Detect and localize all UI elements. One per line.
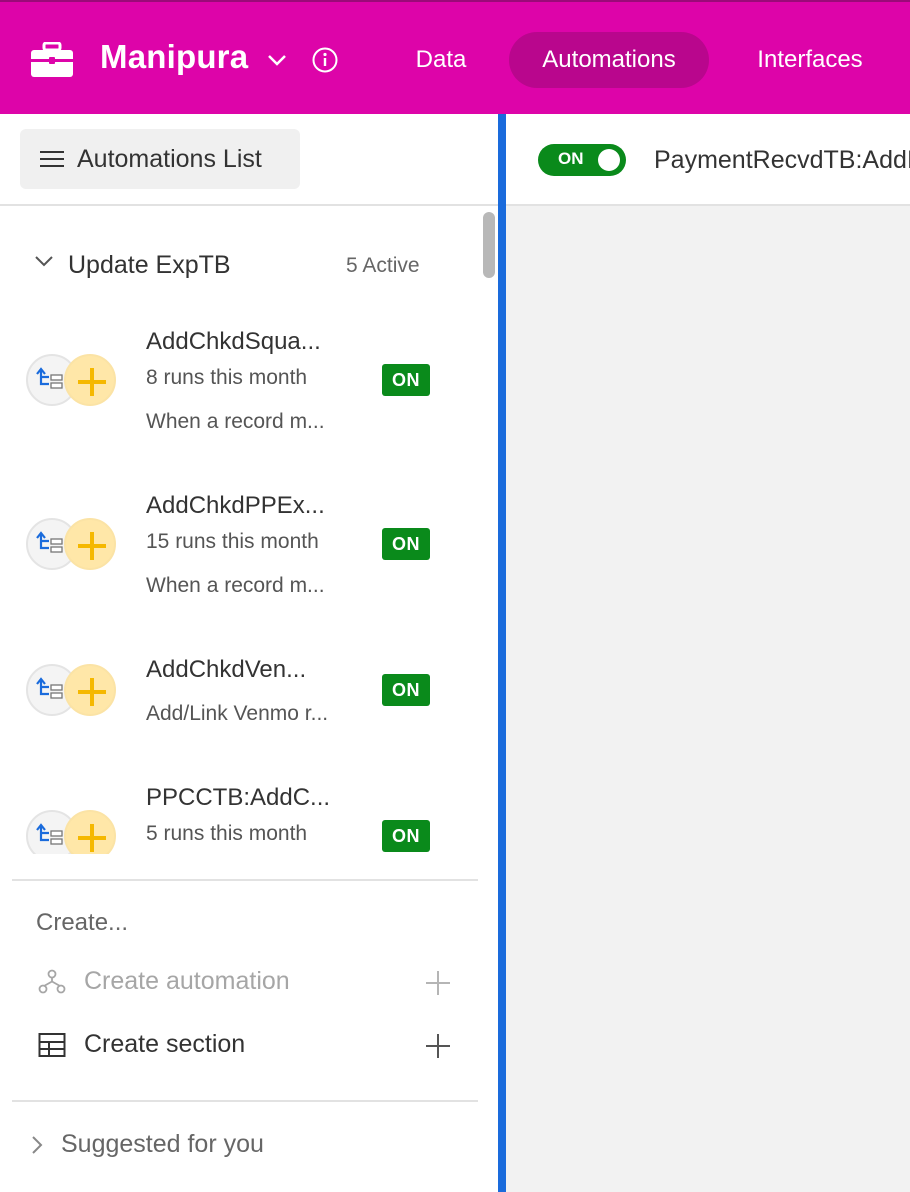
- automation-item-icons: [26, 518, 118, 570]
- status-badge: ON: [382, 820, 430, 852]
- sidebar-resize-border[interactable]: [498, 114, 506, 1192]
- automation-description: When a record m...: [146, 410, 325, 433]
- automation-name: AddChkdSqua...: [146, 328, 321, 355]
- divider: [12, 879, 478, 881]
- divider: [0, 204, 498, 206]
- top-bar: Manipura Data Automations Interfaces: [0, 0, 910, 114]
- plus-icon: [426, 1034, 450, 1058]
- tab-interfaces[interactable]: Interfaces: [730, 32, 890, 88]
- automations-list-label: Automations List: [77, 145, 262, 173]
- suggested-for-you[interactable]: Suggested for you: [61, 1130, 264, 1159]
- base-name[interactable]: Manipura: [100, 38, 248, 76]
- automations-sidebar: Automations List Update ExpTB 5 Active A…: [0, 114, 498, 1192]
- tab-automations[interactable]: Automations: [509, 32, 709, 88]
- automation-runs: 5 runs this month: [146, 822, 308, 845]
- plus-icon: [426, 971, 450, 995]
- plus-action-icon: [64, 354, 116, 406]
- divider: [12, 1100, 478, 1102]
- status-badge: ON: [382, 674, 430, 706]
- section-active-count: 5 Active: [346, 254, 420, 277]
- automation-description: When a record m...: [146, 574, 325, 597]
- plus-action-icon: [64, 810, 116, 854]
- tab-data[interactable]: Data: [390, 32, 492, 88]
- chevron-right-icon[interactable]: [30, 1134, 44, 1156]
- automation-runs: 15 runs this month: [146, 530, 319, 553]
- automation-item[interactable]: AddChkdSqua... 8 runs this month When a …: [0, 304, 480, 468]
- toggle-knob: [598, 149, 620, 171]
- scrollbar-thumb[interactable]: [483, 212, 495, 278]
- chevron-down-icon[interactable]: [266, 50, 288, 70]
- briefcase-icon: [31, 42, 73, 77]
- automation-name: AddChkdPPEx...: [146, 492, 325, 519]
- automation-on-toggle[interactable]: ON: [538, 144, 626, 176]
- automation-runs: 8 runs this month: [146, 366, 308, 389]
- automation-item-icons: [26, 810, 118, 854]
- create-section-button[interactable]: Create section: [0, 1020, 480, 1070]
- automation-item[interactable]: AddChkdPPEx... 15 runs this month When a…: [0, 468, 480, 632]
- create-automation-label: Create automation: [84, 967, 290, 995]
- info-icon[interactable]: [312, 47, 338, 73]
- status-badge: ON: [382, 364, 430, 396]
- automation-description: Add/Link Venmo r...: [146, 702, 329, 725]
- automation-item-icons: [26, 354, 118, 406]
- automation-name: PPCCTB:AddC...: [146, 784, 331, 811]
- automation-nodes-icon: [38, 969, 66, 994]
- automation-detail-header: ON PaymentRecvdTB:AddInvoice: [506, 114, 910, 206]
- section-title[interactable]: Update ExpTB: [68, 251, 231, 280]
- toggle-label: ON: [558, 149, 584, 168]
- create-section-label: Create section: [84, 1030, 246, 1058]
- chevron-down-icon[interactable]: [34, 252, 54, 270]
- plus-action-icon: [64, 664, 116, 716]
- automations-list-button[interactable]: Automations List: [20, 129, 300, 189]
- automation-item-icons: [26, 664, 118, 716]
- automation-title[interactable]: PaymentRecvdTB:AddInvoice: [654, 146, 910, 175]
- automation-item[interactable]: PPCCTB:AddC... 5 runs this month ON: [0, 760, 480, 854]
- automation-name: AddChkdVen...: [146, 656, 307, 683]
- create-automation-button[interactable]: Create automation: [0, 957, 480, 1007]
- plus-action-icon: [64, 518, 116, 570]
- status-badge: ON: [382, 528, 430, 560]
- hamburger-menu-icon: [40, 151, 64, 167]
- automation-list: AddChkdSqua... 8 runs this month When a …: [0, 304, 480, 854]
- automation-item[interactable]: AddChkdVen... Add/Link Venmo r... ON: [0, 632, 480, 760]
- create-heading: Create...: [36, 909, 129, 936]
- table-section-icon: [38, 1033, 66, 1057]
